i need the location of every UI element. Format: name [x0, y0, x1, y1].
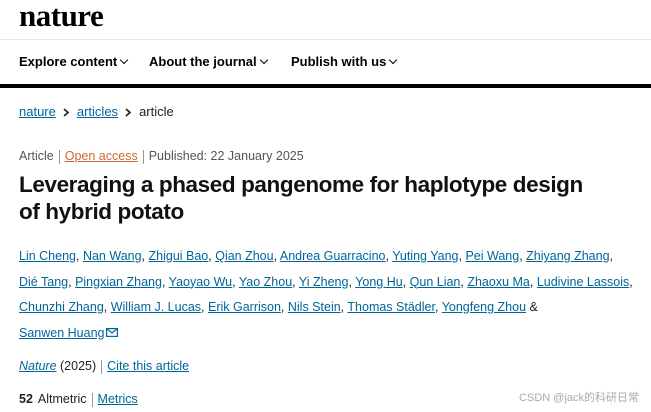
cite-this-article-link[interactable]: Cite this article: [107, 359, 189, 373]
breadcrumb: nature articles article: [19, 104, 174, 119]
title-line-2: of hybrid potato: [19, 199, 184, 224]
citation-year: (2025): [60, 359, 97, 373]
author-link[interactable]: Yi Zheng: [299, 275, 349, 289]
author-link[interactable]: Zhaoxu Ma: [467, 275, 530, 289]
author-link[interactable]: Ludivine Lassois: [537, 275, 629, 289]
nav-explore-content[interactable]: Explore content: [19, 54, 129, 69]
author-link[interactable]: Nils Stein: [288, 300, 341, 314]
nav-about-journal[interactable]: About the journal: [149, 54, 268, 69]
published-date: Published: 22 January 2025: [148, 149, 304, 163]
top-navigation: Explore content About the journal Publis…: [0, 39, 651, 88]
chevron-right-icon: [63, 104, 70, 119]
divider: [58, 149, 60, 164]
email-icon[interactable]: [106, 321, 119, 347]
nature-logo[interactable]: nature: [19, 0, 104, 34]
nav-publish-with-us[interactable]: Publish with us: [291, 54, 398, 69]
author-link[interactable]: Zhigui Bao: [149, 249, 209, 263]
chevron-down-icon: [259, 55, 268, 65]
breadcrumb-articles[interactable]: articles: [77, 104, 118, 119]
metrics-link[interactable]: Metrics: [98, 392, 138, 406]
article-title: Leveraging a phased pangenome for haplot…: [19, 171, 629, 225]
altmetric-score: 52: [19, 392, 33, 406]
author-link[interactable]: Erik Garrison: [208, 300, 281, 314]
author-link[interactable]: Thomas Städler: [347, 300, 435, 314]
chevron-down-icon: [389, 55, 398, 65]
divider: [142, 149, 144, 164]
author-link[interactable]: Yuting Yang: [392, 249, 458, 263]
title-line-1: Leveraging a phased pangenome for haplot…: [19, 172, 583, 197]
altmetric-label: Altmetric: [37, 392, 87, 406]
author-link[interactable]: Andrea Guarracino: [280, 249, 386, 263]
author-link[interactable]: Lin Cheng: [19, 249, 76, 263]
author-link[interactable]: William J. Lucas: [111, 300, 201, 314]
open-access-link[interactable]: Open access: [65, 149, 138, 163]
chevron-down-icon: [120, 55, 129, 65]
author-link[interactable]: Yongfeng Zhou: [442, 300, 526, 314]
journal-name-link[interactable]: Nature: [19, 359, 57, 373]
metrics-line: 52 Altmetric Metrics: [19, 392, 138, 407]
breadcrumb-nature[interactable]: nature: [19, 104, 56, 119]
author-link[interactable]: Qian Zhou: [215, 249, 273, 263]
author-link[interactable]: Yaoyao Wu: [169, 275, 232, 289]
breadcrumb-current: article: [139, 104, 174, 119]
nav-label: Explore content: [19, 54, 118, 69]
watermark: CSDN @jack的科研日常: [519, 392, 639, 404]
author-link[interactable]: Dié Tang: [19, 275, 68, 289]
nav-label: About the journal: [149, 54, 257, 69]
divider: [101, 359, 103, 374]
chevron-right-icon: [125, 104, 132, 119]
author-link[interactable]: Qun Lian: [410, 275, 461, 289]
author-list: Lin Cheng, Nan Wang, Zhigui Bao, Qian Zh…: [19, 244, 639, 346]
author-link[interactable]: Chunzhi Zhang: [19, 300, 104, 314]
author-link[interactable]: Yao Zhou: [239, 275, 292, 289]
article-type: Article: [19, 149, 54, 163]
article-meta: Article Open access Published: 22 January …: [19, 149, 304, 164]
author-link[interactable]: Sanwen Huang: [19, 326, 104, 340]
author-ampersand: &: [529, 300, 538, 314]
author-link[interactable]: Pingxian Zhang: [75, 275, 162, 289]
author-link[interactable]: Pei Wang: [465, 249, 519, 263]
citation-line: Nature (2025) Cite this article: [19, 359, 189, 374]
author-link[interactable]: Nan Wang: [83, 249, 142, 263]
author-link[interactable]: Zhiyang Zhang: [526, 249, 609, 263]
divider: [91, 392, 93, 407]
nav-label: Publish with us: [291, 54, 387, 69]
author-link[interactable]: Yong Hu: [355, 275, 403, 289]
